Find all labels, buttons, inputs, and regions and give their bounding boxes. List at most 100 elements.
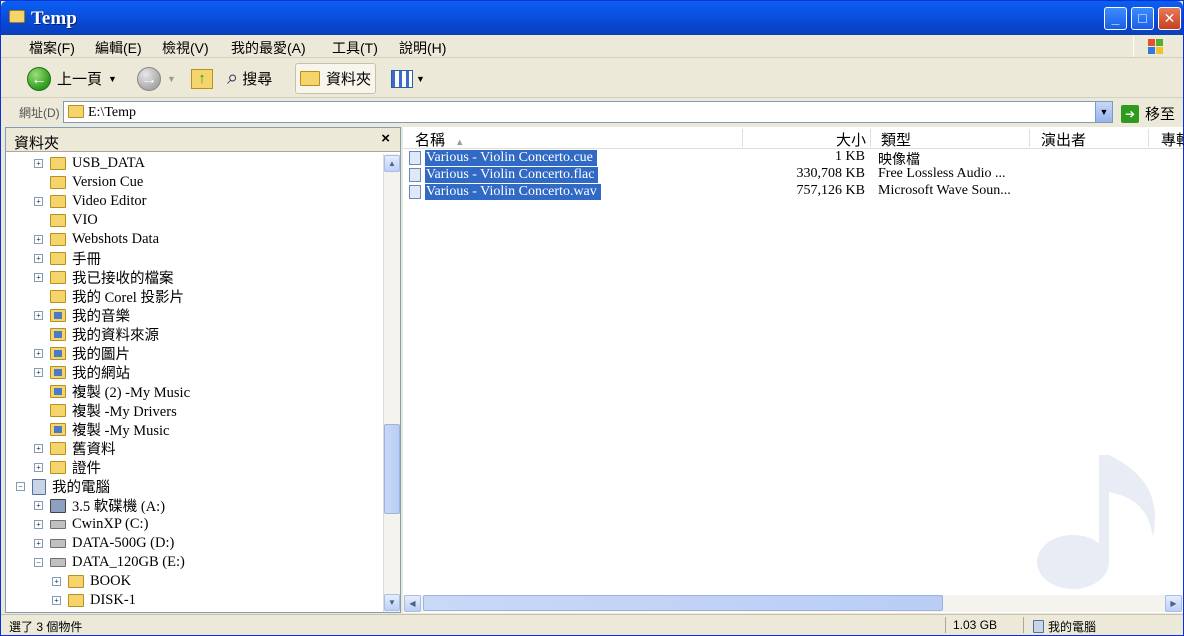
tree-item[interactable]: + 證件 — [34, 458, 101, 477]
expand-icon[interactable]: + — [34, 349, 43, 358]
expand-icon[interactable]: + — [52, 596, 61, 605]
tree-item[interactable]: + CwinXP (C:) — [34, 515, 148, 534]
file-name-cell[interactable]: Various - Violin Concerto.cue — [409, 149, 597, 166]
folder-icon — [50, 176, 66, 189]
maximize-button[interactable]: □ — [1131, 7, 1154, 30]
views-icon — [391, 69, 413, 88]
file-row[interactable]: Various - Violin Concerto.flac 330,708 KB… — [403, 166, 1043, 183]
tree-item[interactable]: 複製 -My Music — [34, 420, 169, 439]
tree-item-label: 3.5 軟碟機 (A:) — [72, 499, 166, 515]
file-name-cell[interactable]: Various - Violin Concerto.wav — [409, 183, 601, 200]
tree-item-label: BOOK — [90, 573, 132, 589]
scroll-left-button[interactable]: ◀ — [404, 595, 421, 612]
folder-icon — [50, 252, 66, 265]
music-folder-icon — [50, 423, 66, 436]
expand-icon[interactable]: + — [34, 197, 43, 206]
tree-item-label: 我的圖片 — [72, 347, 130, 363]
menu-view[interactable]: 檢視(V) — [162, 38, 209, 58]
tree-item[interactable]: + 我的網站 — [34, 363, 130, 382]
expand-icon[interactable]: + — [34, 254, 43, 263]
tree-item[interactable]: + USB_DATA — [34, 154, 145, 173]
tree-item-label: DISK-1 — [90, 592, 136, 608]
scroll-thumb[interactable] — [384, 424, 400, 514]
tree-item[interactable]: − 我的電腦 — [16, 477, 110, 496]
chevron-down-icon[interactable]: ▼ — [167, 74, 176, 84]
file-icon — [409, 184, 421, 199]
tree-item[interactable]: 複製 (2) -My Music — [34, 382, 190, 401]
tree-item[interactable]: + DATA-500G (D:) — [34, 534, 174, 553]
up-folder-button[interactable]: ↑ — [191, 63, 213, 94]
title-bar[interactable]: Temp _ □ ✕ — [1, 1, 1183, 35]
tree-item[interactable]: + 我已接收的檔案 — [34, 268, 174, 287]
expand-icon[interactable]: + — [34, 501, 43, 510]
minimize-button[interactable]: _ — [1104, 7, 1127, 30]
tree-item[interactable]: Version Cue — [34, 173, 143, 192]
scroll-right-button[interactable]: ▶ — [1165, 595, 1182, 612]
scroll-down-button[interactable]: ▼ — [384, 594, 400, 611]
close-pane-button[interactable]: × — [381, 130, 390, 147]
tree-item[interactable]: 複製 -My Drivers — [34, 401, 177, 420]
column-type[interactable]: 類型 — [873, 129, 1030, 149]
go-button[interactable]: ➔ 移至 — [1121, 103, 1175, 124]
tree-item[interactable]: + Webshots Data — [34, 230, 159, 249]
tree-item[interactable]: + DISK-1 — [52, 591, 136, 610]
chevron-down-icon[interactable]: ▼ — [416, 74, 425, 84]
menu-edit[interactable]: 編輯(E) — [95, 38, 142, 58]
chevron-down-icon[interactable]: ▼ — [108, 74, 117, 84]
collapse-icon[interactable]: − — [16, 482, 25, 491]
expand-icon[interactable]: + — [34, 463, 43, 472]
hscroll-thumb[interactable] — [423, 595, 943, 611]
menu-favorites[interactable]: 我的最愛(A) — [231, 38, 306, 58]
expand-icon[interactable]: + — [34, 368, 43, 377]
tree-item[interactable]: 我的資料來源 — [34, 325, 159, 344]
tree-item[interactable]: + 我的圖片 — [34, 344, 130, 363]
tree-item[interactable]: + 舊資料 — [34, 439, 116, 458]
folder-pane-scrollbar[interactable]: ▲ ▼ — [383, 154, 400, 612]
forward-button[interactable]: → ▼ — [137, 63, 176, 94]
menu-help[interactable]: 說明(H) — [399, 38, 446, 58]
expand-icon[interactable]: + — [34, 273, 43, 282]
tree-item[interactable]: + BOOK — [52, 572, 131, 591]
tree-item[interactable]: +3.5 軟碟機 (A:) — [34, 496, 165, 515]
tree-item-label: 證件 — [72, 461, 101, 477]
expand-icon[interactable]: + — [34, 539, 43, 548]
expand-icon[interactable]: + — [34, 520, 43, 529]
menu-file[interactable]: 檔案(F) — [29, 38, 75, 58]
tree-item-label: VIO — [72, 212, 98, 228]
expand-icon[interactable]: + — [34, 444, 43, 453]
column-album[interactable]: 專輯 — [1151, 129, 1184, 149]
expand-icon[interactable]: + — [34, 159, 43, 168]
collapse-icon[interactable]: − — [34, 558, 43, 567]
menu-tools[interactable]: 工具(T) — [332, 38, 378, 58]
computer-icon — [1033, 620, 1044, 633]
address-input[interactable]: E:\Temp ▼ — [63, 101, 1113, 123]
tree-item-label: Version Cue — [72, 174, 144, 190]
folders-button[interactable]: 資料夾 — [295, 63, 377, 94]
scroll-up-button[interactable]: ▲ — [384, 155, 400, 172]
folder-pane: 資料夾 × + USB_DATA Version Cue + Video Editor V… — [5, 127, 401, 613]
column-name[interactable]: 名稱 ▲ — [415, 129, 743, 149]
column-size[interactable]: 大小 — [743, 129, 871, 149]
back-button[interactable]: ← 上一頁 ▼ — [27, 63, 117, 94]
column-artist[interactable]: 演出者 — [1031, 129, 1149, 149]
expand-icon[interactable]: + — [34, 235, 43, 244]
file-list-pane: 名稱 ▲ 大小 類型 演出者 專輯 Various - Violin Conce… — [403, 127, 1184, 613]
file-name-cell[interactable]: Various - Violin Concerto.flac — [409, 166, 599, 183]
file-row[interactable]: Various - Violin Concerto.wav 757,126 KB M… — [403, 183, 1043, 200]
tree-item[interactable]: + 手冊 — [34, 249, 101, 268]
views-button[interactable]: ▼ — [391, 63, 425, 94]
file-pane-hscrollbar[interactable]: ◀ ▶ — [403, 595, 1183, 612]
expand-icon[interactable]: + — [34, 311, 43, 320]
file-row[interactable]: Various - Violin Concerto.cue 1 KB 映像檔 — [403, 149, 1043, 168]
tree-item[interactable]: − DATA_120GB (E:) — [34, 553, 185, 572]
tree-item[interactable]: + Video Editor — [34, 192, 146, 211]
expand-icon[interactable]: + — [52, 577, 61, 586]
folder-icon — [50, 461, 66, 474]
drive-icon — [50, 558, 66, 567]
search-button[interactable]: ⌕ 搜尋 — [227, 63, 272, 94]
tree-item[interactable]: 我的 Corel 投影片 — [34, 287, 184, 306]
tree-item[interactable]: + 我的音樂 — [34, 306, 130, 325]
close-button[interactable]: ✕ — [1158, 7, 1181, 30]
tree-item[interactable]: VIO — [34, 211, 98, 230]
address-dropdown-button[interactable]: ▼ — [1095, 102, 1112, 122]
